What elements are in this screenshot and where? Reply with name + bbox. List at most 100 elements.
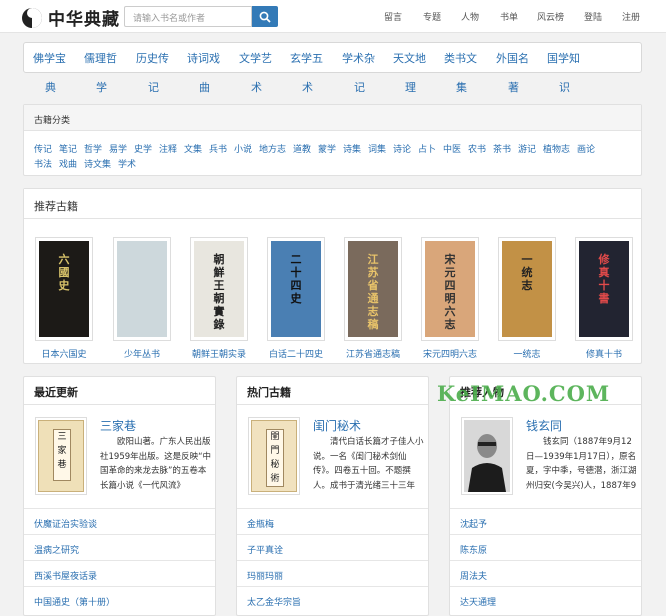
hot-feature-title[interactable]: 闺门秘术 xyxy=(313,417,361,434)
category-item[interactable]: 历史传 xyxy=(136,50,169,66)
people-list-item[interactable]: 陈东原 xyxy=(450,534,641,560)
nav-login[interactable]: 登陆 xyxy=(584,10,602,23)
book-cover[interactable] xyxy=(113,237,171,341)
ancient-tag[interactable]: 哲学 xyxy=(84,142,102,155)
ancient-tag[interactable]: 小说 xyxy=(234,142,252,155)
ancient-tag[interactable]: 兵书 xyxy=(209,142,227,155)
book-title[interactable]: 宋元四明六志 xyxy=(410,347,490,360)
ancient-tag[interactable]: 学术 xyxy=(118,157,136,170)
latest-feature-thumbnail[interactable]: 三家巷 xyxy=(35,417,87,495)
nav-ranking[interactable]: 风云榜 xyxy=(537,10,564,23)
ancient-tag[interactable]: 农书 xyxy=(468,142,486,155)
latest-list-item[interactable]: 中国通史（第十册） xyxy=(24,586,215,612)
book-card[interactable]: 一统志 一统志 xyxy=(498,237,556,360)
category-subitem[interactable]: 术 xyxy=(251,79,262,95)
ancient-tag[interactable]: 占卜 xyxy=(418,142,436,155)
category-subitem[interactable]: 著 xyxy=(508,79,519,95)
category-item[interactable]: 天文地 xyxy=(393,50,426,66)
category-subitem[interactable]: 记 xyxy=(354,79,365,95)
nav-register[interactable]: 注册 xyxy=(622,10,640,23)
hot-feature-thumbnail[interactable]: 閨門秘術 xyxy=(248,417,300,495)
nav-message[interactable]: 留言 xyxy=(384,10,402,23)
ancient-tag[interactable]: 文集 xyxy=(184,142,202,155)
ancient-tag[interactable]: 传记 xyxy=(34,142,52,155)
ancient-tag[interactable]: 诗论 xyxy=(393,142,411,155)
book-cover[interactable]: 六國史 xyxy=(35,237,93,341)
ancient-tag[interactable]: 茶书 xyxy=(493,142,511,155)
nav-topics[interactable]: 专题 xyxy=(423,10,441,23)
search-input[interactable]: 请输入书名或作者 xyxy=(124,6,252,27)
category-item[interactable]: 学术杂 xyxy=(342,50,375,66)
category-subitem[interactable]: 理 xyxy=(405,79,416,95)
category-subitem[interactable]: 术 xyxy=(302,79,313,95)
book-title[interactable]: 江苏省通志稿 xyxy=(333,347,413,360)
ancient-tag[interactable]: 易学 xyxy=(109,142,127,155)
book-title[interactable]: 白话二十四史 xyxy=(256,347,336,360)
book-card[interactable]: 六國史 日本六国史 xyxy=(35,237,93,360)
people-feature-thumbnail[interactable] xyxy=(461,417,513,495)
people-feature-title[interactable]: 钱玄同 xyxy=(526,417,562,434)
people-list-item[interactable]: 达天通理 xyxy=(450,586,641,612)
hot-list-item[interactable]: 太乙金华宗旨 xyxy=(237,586,428,612)
nav-people[interactable]: 人物 xyxy=(461,10,479,23)
book-title[interactable]: 修真十书 xyxy=(564,347,644,360)
ancient-tag[interactable]: 植物志 xyxy=(543,142,570,155)
ancient-tag[interactable]: 注释 xyxy=(159,142,177,155)
category-item[interactable]: 儒理哲 xyxy=(84,50,117,66)
book-cover[interactable]: 修真十書 xyxy=(575,237,633,341)
nav-booklist[interactable]: 书单 xyxy=(500,10,518,23)
category-subitem[interactable]: 典 xyxy=(45,79,56,95)
book-title[interactable]: 朝鲜王朝实录 xyxy=(179,347,259,360)
category-subitem[interactable]: 曲 xyxy=(199,79,210,95)
book-cover[interactable]: 一统志 xyxy=(498,237,556,341)
book-cover[interactable]: 朝鮮王朝實錄 xyxy=(190,237,248,341)
ancient-tag[interactable]: 书法 xyxy=(34,157,52,170)
book-card[interactable]: 宋元四明六志 宋元四明六志 xyxy=(421,237,479,360)
book-card[interactable]: 江苏省通志稿 江苏省通志稿 xyxy=(344,237,402,360)
category-item[interactable]: 玄学五 xyxy=(290,50,323,66)
ancient-tag[interactable]: 画论 xyxy=(577,142,595,155)
category-item[interactable]: 外国名 xyxy=(496,50,529,66)
ancient-tag[interactable]: 笔记 xyxy=(59,142,77,155)
book-title[interactable]: 日本六国史 xyxy=(24,347,104,360)
hot-list-item[interactable]: 玛丽玛丽 xyxy=(237,560,428,586)
ancient-tag[interactable]: 中医 xyxy=(443,142,461,155)
category-item[interactable]: 诗词戏 xyxy=(187,50,220,66)
category-item[interactable]: 佛学宝 xyxy=(33,50,66,66)
category-subitem[interactable]: 识 xyxy=(559,79,570,95)
people-list-item[interactable]: 周法夫 xyxy=(450,560,641,586)
latest-list-item[interactable]: 伏魔证治实验谈 xyxy=(24,508,215,534)
book-cover[interactable]: 宋元四明六志 xyxy=(421,237,479,341)
category-subitem[interactable]: 集 xyxy=(456,79,467,95)
search-button[interactable] xyxy=(252,6,278,27)
book-card[interactable]: 朝鮮王朝實錄 朝鲜王朝实录 xyxy=(190,237,248,360)
book-title[interactable]: 一统志 xyxy=(487,347,567,360)
book-cover[interactable]: 江苏省通志稿 xyxy=(344,237,402,341)
hot-list-item[interactable]: 金瓶梅 xyxy=(237,508,428,534)
ancient-tag[interactable]: 诗集 xyxy=(343,142,361,155)
book-card[interactable]: 少年丛书 xyxy=(113,237,171,360)
book-card[interactable]: 修真十書 修真十书 xyxy=(575,237,633,360)
book-card[interactable]: 二十四史 白话二十四史 xyxy=(267,237,325,360)
category-subitem[interactable]: 学 xyxy=(96,79,107,95)
latest-list-item[interactable]: 温病之研究 xyxy=(24,534,215,560)
site-logo[interactable]: 中华典藏 xyxy=(22,5,120,30)
ancient-tag[interactable]: 地方志 xyxy=(259,142,286,155)
ancient-tag[interactable]: 戏曲 xyxy=(59,157,77,170)
hot-list-item[interactable]: 子平真诠 xyxy=(237,534,428,560)
ancient-tag[interactable]: 道教 xyxy=(293,142,311,155)
latest-feature-title[interactable]: 三家巷 xyxy=(100,417,136,434)
book-title[interactable]: 少年丛书 xyxy=(102,347,182,360)
category-item[interactable]: 国学知 xyxy=(547,50,580,66)
ancient-tag[interactable]: 诗文集 xyxy=(84,157,111,170)
category-item[interactable]: 文学艺 xyxy=(239,50,272,66)
book-cover[interactable]: 二十四史 xyxy=(267,237,325,341)
ancient-tag[interactable]: 蒙学 xyxy=(318,142,336,155)
latest-list-item[interactable]: 西溪书屋夜话录 xyxy=(24,560,215,586)
ancient-tag[interactable]: 游记 xyxy=(518,142,536,155)
category-item[interactable]: 类书文 xyxy=(444,50,477,66)
people-list-item[interactable]: 沈起予 xyxy=(450,508,641,534)
category-subitem[interactable]: 记 xyxy=(148,79,159,95)
ancient-tag[interactable]: 词集 xyxy=(368,142,386,155)
ancient-tag[interactable]: 史学 xyxy=(134,142,152,155)
